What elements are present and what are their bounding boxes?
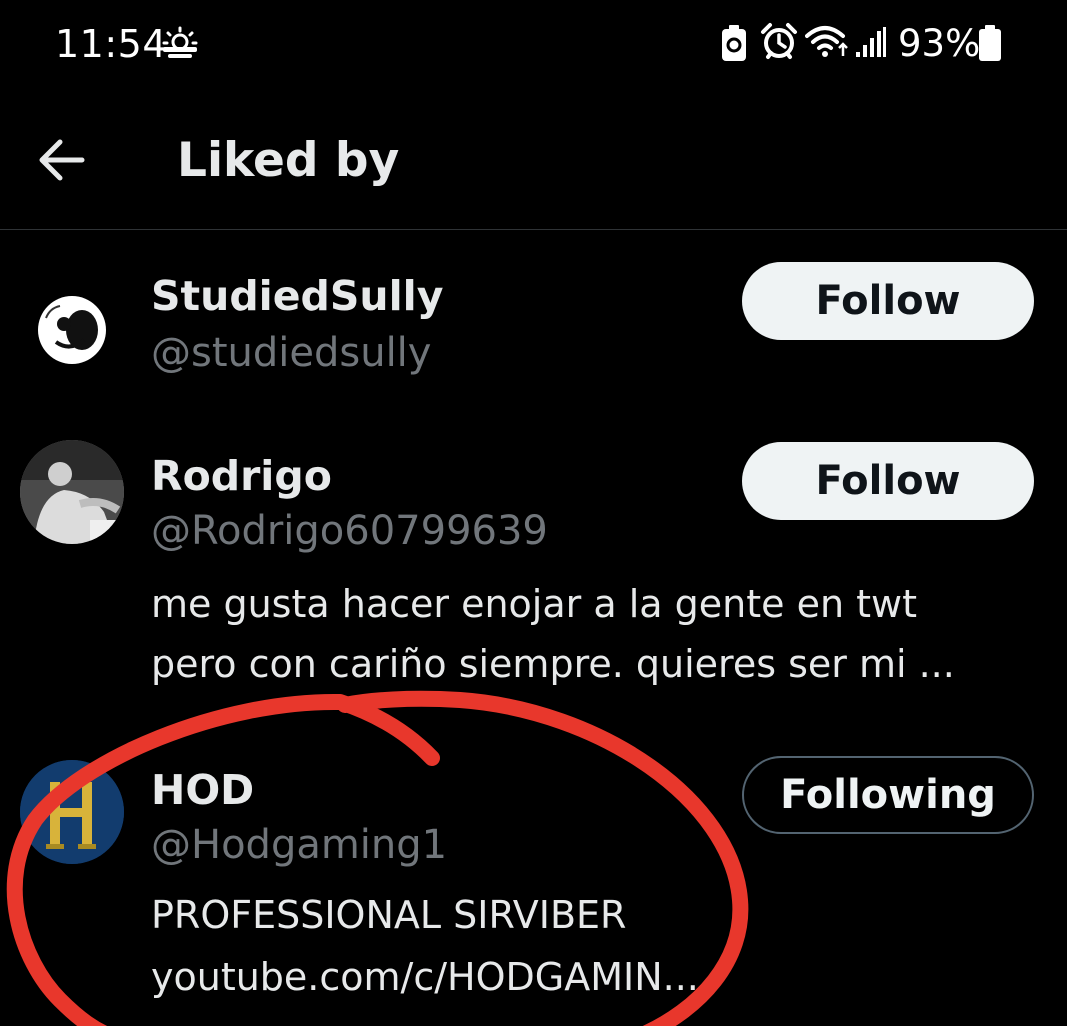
arrow-left-icon[interactable] xyxy=(36,138,86,186)
user-handle[interactable]: @Rodrigo60799639 xyxy=(151,508,548,554)
user-row[interactable]: Rodrigo @Rodrigo60799639 Follow me gusta… xyxy=(0,430,1067,700)
user-row[interactable]: StudiedSully @studiedsully Follow xyxy=(0,250,1067,420)
following-button[interactable]: Following xyxy=(742,756,1034,834)
user-display-name[interactable]: StudiedSully xyxy=(151,272,443,320)
avatar xyxy=(20,278,124,382)
avatar xyxy=(20,760,124,864)
user-handle[interactable]: @Hodgaming1 xyxy=(151,822,447,868)
user-bio-line: pero con cariño siempre. quieres ser mi … xyxy=(151,642,955,686)
user-bio-line: PROFESSIONAL SIRVIBER xyxy=(151,893,627,937)
signal-icon xyxy=(855,26,887,62)
user-handle[interactable]: @studiedsully xyxy=(151,330,431,376)
status-time: 11:54 xyxy=(55,22,168,66)
weather-sun-cloud-icon xyxy=(160,26,200,64)
follow-button[interactable]: Follow xyxy=(742,442,1034,520)
battery-saver-icon xyxy=(721,24,747,66)
user-display-name[interactable]: Rodrigo xyxy=(151,452,332,500)
page-title: Liked by xyxy=(177,133,400,188)
app-header: Liked by xyxy=(0,90,1067,230)
user-row[interactable]: HOD @Hodgaming1 Following PROFESSIONAL S… xyxy=(0,740,1067,1026)
wifi-icon xyxy=(805,24,851,62)
alarm-icon xyxy=(760,22,798,64)
user-display-name[interactable]: HOD xyxy=(151,766,254,814)
avatar xyxy=(20,440,124,544)
user-bio-line: me gusta hacer enojar a la gente en twt xyxy=(151,582,917,626)
battery-percent: 93% xyxy=(898,22,981,65)
follow-button[interactable]: Follow xyxy=(742,262,1034,340)
user-bio-line[interactable]: youtube.com/c/HODGAMIN... xyxy=(151,947,699,1007)
battery-icon xyxy=(978,24,1002,66)
status-bar: 11:54 93% xyxy=(0,0,1067,90)
